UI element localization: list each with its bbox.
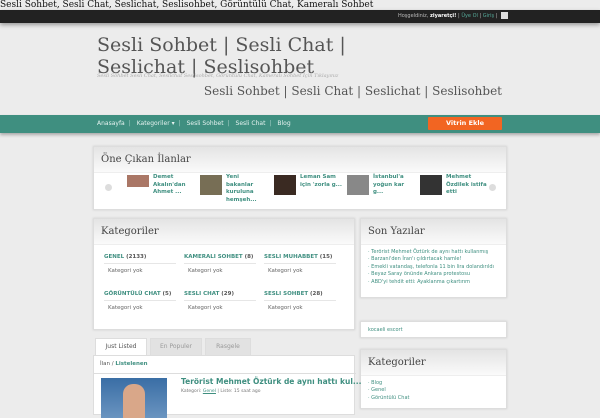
sidebar-category-link[interactable]: · Görüntülü Chat — [368, 395, 506, 402]
featured-item-title: Yeni bakanlar kuruluna hemşeh... — [226, 174, 257, 203]
recent-post-link[interactable]: · Beyaz Saray önünde Ankara protestosu — [368, 271, 506, 278]
category-name[interactable]: SESLI SOHBET — [264, 291, 308, 297]
sidebar-category-link[interactable]: · Blog — [368, 380, 506, 387]
category-sub: Kategori yok — [108, 268, 143, 274]
nav-blog[interactable]: Blog — [277, 120, 290, 127]
categories-box: Kategoriler GENEL (2133) Kategori yok KAM… — [93, 218, 355, 330]
category-item[interactable]: GÖRÜNTÜLÜ CHAT (5) Kategori yok — [104, 291, 176, 311]
recent-post-link[interactable]: · ABD'yi tehdit etti: Ayaklanma çıkartır… — [368, 279, 506, 286]
featured-item[interactable]: Mehmet Özdilek istifa etti — [420, 174, 488, 197]
sidebar-categories-widget: Kategoriler · Blog · Genel · Görüntülü C… — [360, 349, 507, 409]
sidebar-categories-title: Kategoriler — [361, 350, 506, 376]
category-count: (15) — [319, 254, 333, 260]
thumbnail — [347, 175, 369, 195]
category-sub: Kategori yok — [268, 305, 303, 311]
category-name[interactable]: GENEL — [104, 254, 124, 260]
category-item[interactable]: GENEL (2133) Kategori yok — [104, 254, 176, 274]
prev-arrow-icon[interactable] — [105, 184, 112, 191]
category-count: (8) — [244, 254, 254, 260]
recent-posts-title: Son Yazılar — [361, 219, 506, 245]
category-count: (29) — [221, 291, 234, 297]
username: ziyaretçi! — [429, 13, 457, 19]
featured-item[interactable]: Demet Akalın'dan Ahmet ... — [127, 174, 195, 197]
thumbnail — [127, 175, 149, 187]
site-subtitle: Sesli Sohbet | Sesli Chat | Seslichat | … — [203, 84, 502, 98]
welcome-text: Hoşgeldiniz, — [397, 13, 429, 19]
featured-title: Öne Çıkan İlanlar — [94, 147, 506, 173]
meta-category-link[interactable]: Genel — [203, 389, 216, 394]
thumbnail — [274, 175, 296, 195]
rss-icon[interactable] — [501, 12, 508, 19]
category-item[interactable]: SESLI CHAT (29) Kategori yok — [184, 291, 256, 311]
nav-sesli-sohbet[interactable]: Sesli Sohbet — [187, 120, 224, 127]
breadcrumb: İlan / Listelenen — [100, 361, 148, 367]
featured-item[interactable]: Leman Sam için 'zorla g... — [274, 174, 342, 195]
vitrin-ekle-button[interactable]: Vitrin Ekle — [428, 117, 502, 130]
category-item[interactable]: KAMERALI SOHBET (8) Kategori yok — [184, 254, 256, 274]
featured-item-title: Leman Sam için 'zorla g... — [300, 174, 342, 188]
category-sub: Kategori yok — [108, 305, 143, 311]
category-item[interactable]: SESLI MUHABBET (15) Kategori yok — [264, 254, 336, 274]
user-line: Hoşgeldiniz, ziyaretçi! | Üye Ol | Giriş… — [398, 12, 508, 19]
featured-item[interactable]: İstanbul'a yoğun kar g... — [347, 174, 415, 197]
category-name[interactable]: SESLI MUHABBET — [264, 254, 318, 260]
category-name[interactable]: GÖRÜNTÜLÜ CHAT — [104, 291, 161, 297]
listing-item: Terörist Mehmet Öztürk de aynı hattı kul… — [94, 373, 361, 418]
listing-thumbnail[interactable] — [101, 378, 167, 418]
link-widget[interactable]: kocaeli escort — [360, 321, 507, 338]
site-title[interactable]: Sesli Sohbet | Sesli Chat | Seslichat | … — [97, 34, 427, 78]
nav-sesli-chat[interactable]: Sesli Chat — [236, 120, 266, 127]
tab-en-populer[interactable]: En Populer — [150, 338, 202, 356]
meta-time: | Liste: 15 saat ago — [217, 389, 261, 394]
listing-panel: İlan / Listelenen Terörist Mehmet Öztürk… — [93, 355, 361, 418]
category-sub: Kategori yok — [188, 268, 223, 274]
top-bar: Hoşgeldiniz, ziyaretçi! | Üye Ol | Giriş… — [0, 10, 600, 23]
featured-item[interactable]: Yeni bakanlar kuruluna hemşeh... — [200, 174, 268, 204]
breadcrumb-root[interactable]: İlan / — [100, 361, 114, 367]
categories-title: Kategoriler — [94, 219, 354, 245]
recent-post-link[interactable]: · Emekli vatandaş, telefonla 11 bin lira… — [368, 264, 506, 271]
page-title: Sesli Sohbet, Sesli Chat, Seslichat, Ses… — [0, 0, 374, 10]
category-count: (5) — [162, 291, 172, 297]
site-tagline: Sesli Sohbet Sesli Chat, Seslichat Sesli… — [97, 73, 339, 79]
login-link[interactable]: Giriş — [483, 13, 494, 19]
featured-item-title: İstanbul'a yoğun kar g... — [373, 174, 405, 195]
recent-posts-widget: Son Yazılar · Terörist Mehmet Öztürk de … — [360, 218, 507, 298]
category-item[interactable]: SESLI SOHBET (28) Kategori yok — [264, 291, 336, 311]
category-count: (2133) — [126, 254, 147, 260]
tab-just-listed[interactable]: Just Listed — [95, 338, 147, 356]
category-name[interactable]: SESLI CHAT — [184, 291, 219, 297]
featured-item-title: Mehmet Özdilek istifa etti — [446, 174, 487, 195]
register-link[interactable]: Üye Ol — [461, 13, 478, 19]
recent-post-link[interactable]: · Barzani'den İran'ı çıldırtacak hamle! — [368, 256, 506, 263]
nav-home[interactable]: Anasayfa — [97, 120, 125, 127]
listing-meta: Kategori: Genel | Liste: 15 saat ago — [181, 389, 261, 394]
category-count: (28) — [310, 291, 323, 297]
thumbnail — [200, 175, 222, 195]
featured-listings: Öne Çıkan İlanlar Demet Akalın'dan Ahmet… — [93, 146, 507, 210]
meta-label: Kategori: — [181, 389, 202, 394]
featured-item-title: Demet Akalın'dan Ahmet ... — [153, 174, 186, 195]
breadcrumb-current: Listelenen — [115, 361, 148, 367]
sidebar-category-link[interactable]: · Genel — [368, 387, 506, 394]
category-sub: Kategori yok — [188, 305, 223, 311]
nav-categories[interactable]: Kategoriler ▾ — [137, 120, 175, 127]
category-sub: Kategori yok — [268, 268, 303, 274]
listing-title[interactable]: Terörist Mehmet Öztürk de aynı hattı kul… — [181, 377, 361, 386]
tab-rasgele[interactable]: Rasgele — [205, 338, 251, 356]
thumbnail — [420, 175, 442, 195]
next-arrow-icon[interactable] — [489, 184, 496, 191]
main-nav: Anasayfa | Kategoriler ▾ | Sesli Sohbet | S… — [0, 115, 600, 133]
category-name[interactable]: KAMERALI SOHBET — [184, 254, 243, 260]
